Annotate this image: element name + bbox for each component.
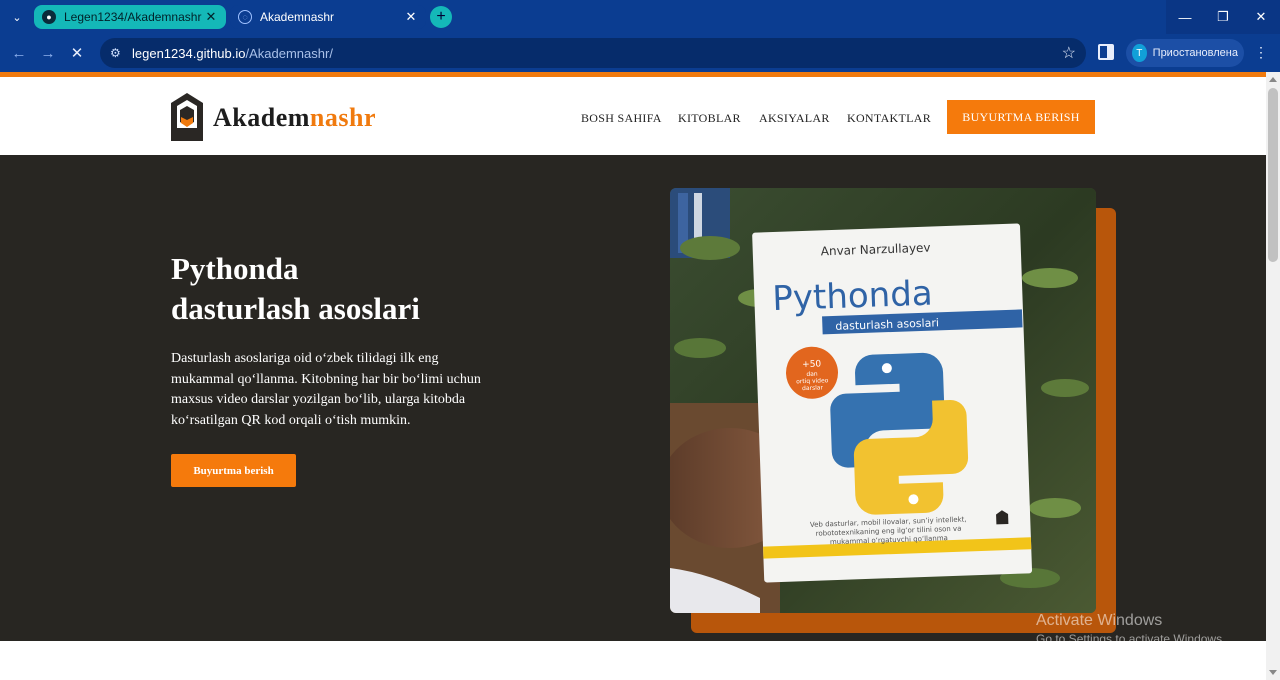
book-photo: Anvar Narzullayev Pythonda dasturlash as… [670, 188, 1096, 613]
new-tab-button[interactable]: + [430, 6, 452, 28]
order-button-header[interactable]: BUYURTMA BERISH [947, 100, 1095, 134]
logo-text[interactable]: Akademnashr [213, 103, 376, 133]
site-header: Akademnashr BOSH SAHIFA KITOBLAR AKSIYAL… [0, 77, 1266, 155]
hero-title-line1: Pythonda [171, 251, 299, 286]
loading-icon: ◌ [238, 10, 252, 24]
profile-status: Приостановлена [1152, 47, 1238, 59]
tab-github[interactable]: ● Legen1234/Akademnashr ✕ [34, 5, 226, 29]
logo-icon[interactable] [170, 92, 204, 142]
tab-label: Legen1234/Akademnashr [64, 10, 202, 24]
hero-description: Dasturlash asoslariga oid o‘zbek tilidag… [171, 351, 481, 428]
toolbar: ← → ✕ ⚙ legen1234.github.io /Akademnashr… [0, 34, 1280, 72]
github-icon: ● [42, 10, 56, 24]
close-tab-icon[interactable]: ✕ [204, 9, 218, 25]
hero-title: Pythonda dasturlash asoslari [171, 249, 531, 329]
tab-strip: ⌄ ● Legen1234/Akademnashr ✕ ◌ Akademnash… [0, 0, 1280, 34]
watermark-title: Activate Windows [1036, 612, 1163, 629]
watermark-subtitle: Go to Settings to activate Windows. [1036, 632, 1226, 646]
tab-search-chevron-icon[interactable]: ⌄ [6, 6, 28, 28]
minimize-icon[interactable]: — [1166, 0, 1204, 34]
book-badge-line4: darslar [802, 384, 824, 392]
tab-label: Akademnashr [260, 10, 335, 24]
forward-icon[interactable]: → [37, 42, 59, 64]
back-icon[interactable]: ← [8, 42, 30, 64]
logo-main: Akadem [213, 103, 310, 132]
page: Akademnashr BOSH SAHIFA KITOBLAR AKSIYAL… [0, 72, 1266, 680]
url-path: /Akademnashr/ [245, 45, 333, 61]
url-host: legen1234.github.io [132, 45, 246, 61]
avatar: T [1132, 44, 1147, 62]
logo-accent: nashr [309, 103, 376, 132]
address-bar[interactable]: ⚙ legen1234.github.io /Akademnashr/ ☆ [100, 38, 1086, 68]
side-panel-icon[interactable] [1098, 44, 1114, 60]
nav-books[interactable]: KITOBLAR [678, 111, 741, 126]
book-photo-illustration: Anvar Narzullayev Pythonda dasturlash as… [670, 188, 1096, 613]
nav-contacts[interactable]: KONTAKTLAR [847, 111, 931, 126]
bookmark-star-icon[interactable]: ☆ [1062, 43, 1076, 63]
scroll-down-icon[interactable] [1269, 670, 1277, 675]
windows-activation-watermark: Activate Windows Go to Settings to activ… [1036, 612, 1225, 646]
nav-promotions[interactable]: AKSIYALAR [759, 111, 830, 126]
scroll-up-icon[interactable] [1269, 77, 1277, 82]
stop-loading-icon[interactable]: ✕ [66, 42, 88, 64]
book-badge-line1: +50 [802, 359, 822, 370]
menu-kebab-icon[interactable]: ⋮ [1254, 44, 1268, 61]
restore-icon[interactable]: ❐ [1204, 0, 1242, 34]
tab-akademnashr[interactable]: ◌ Akademnashr ✕ [230, 5, 426, 29]
scrollbar-thumb[interactable] [1268, 88, 1278, 262]
order-button-hero[interactable]: Buyurtma berish [171, 454, 296, 487]
hero-title-line2: dasturlash asoslari [171, 291, 420, 326]
profile-button[interactable]: T Приостановлена [1126, 39, 1244, 67]
book-title: Pythonda [772, 274, 934, 320]
close-window-icon[interactable]: ✕ [1242, 0, 1280, 34]
page-scrollbar[interactable] [1266, 72, 1280, 680]
hero-section: Pythonda dasturlash asoslari Dasturlash a… [0, 155, 1266, 641]
site-settings-icon[interactable]: ⚙ [110, 46, 128, 60]
nav-home[interactable]: BOSH SAHIFA [581, 111, 662, 126]
close-tab-icon[interactable]: ✕ [404, 9, 418, 25]
